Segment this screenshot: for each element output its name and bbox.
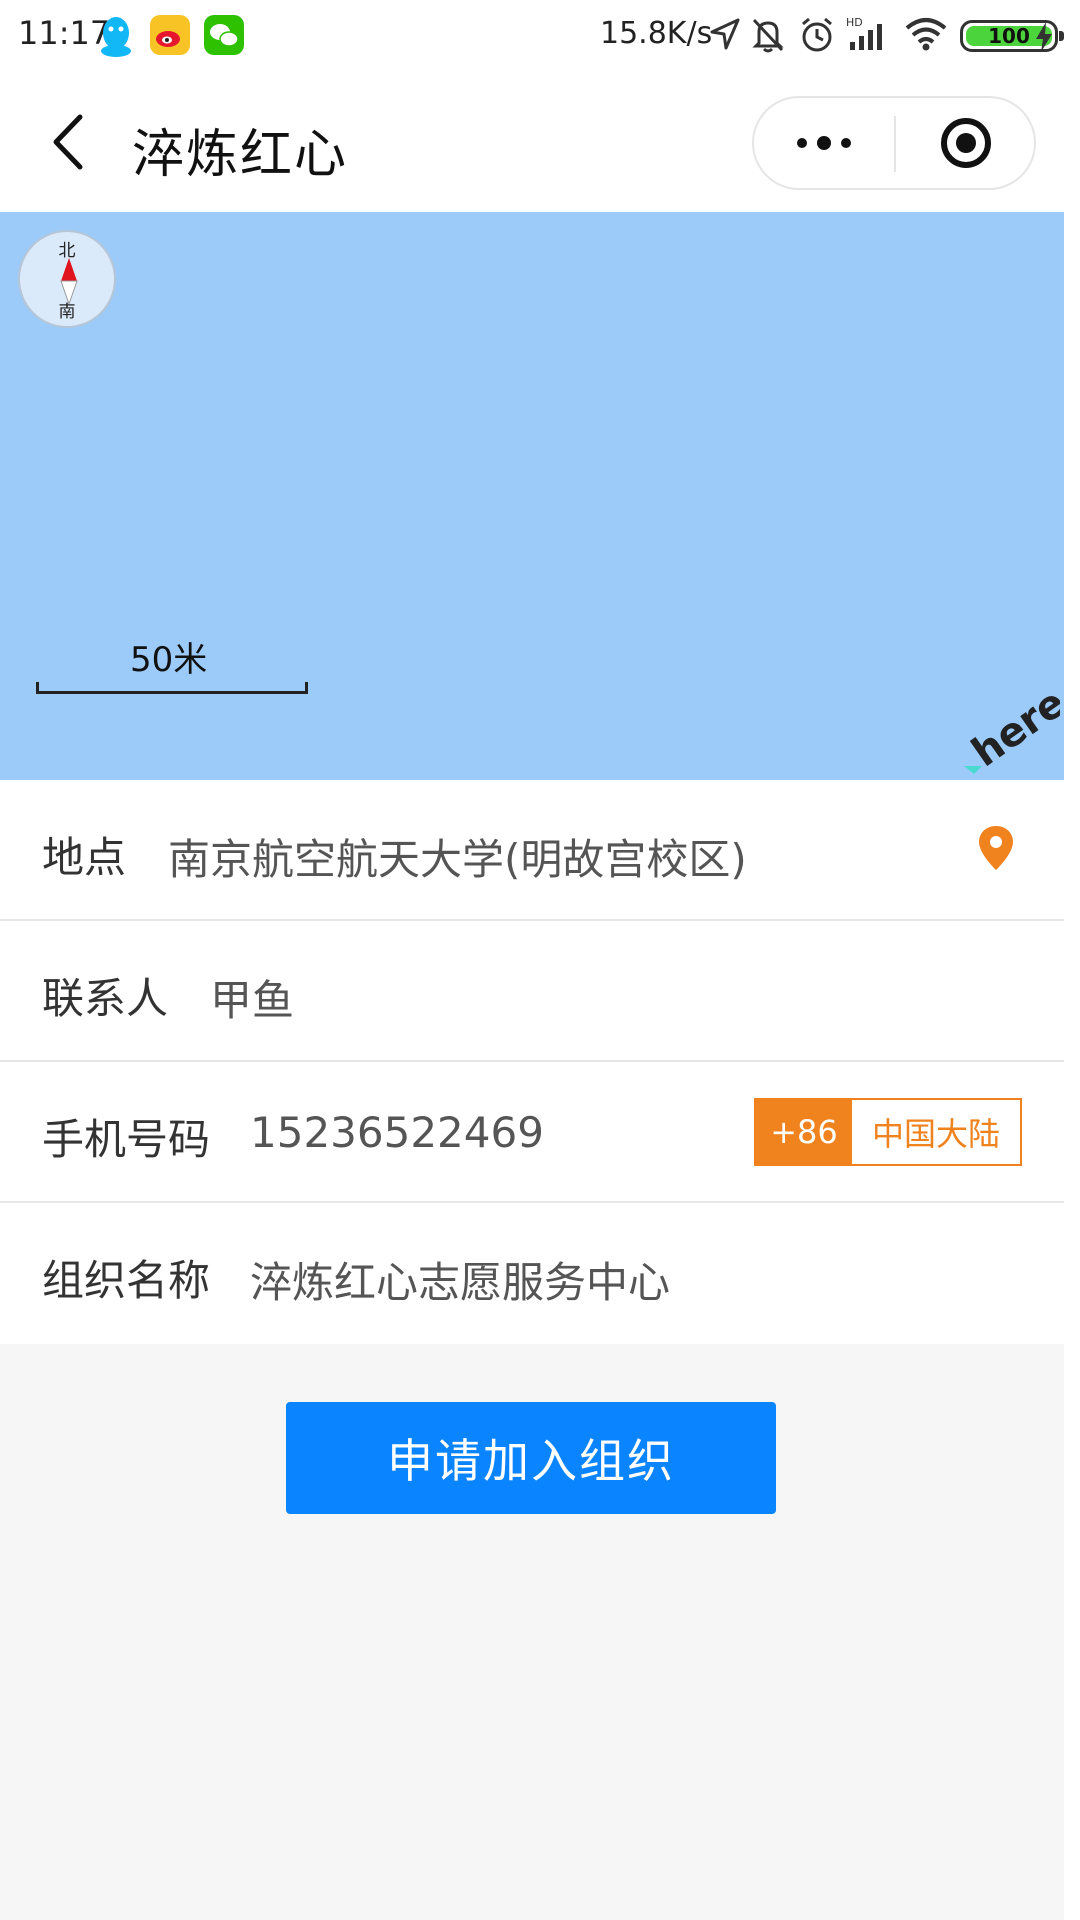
map-scale-bar [36, 682, 308, 694]
wechat-icon [204, 15, 244, 55]
country-code-badge[interactable]: +86 中国大陆 [754, 1098, 1022, 1166]
phone-label: 手机号码 [42, 1115, 211, 1164]
svg-text:here: here [964, 694, 1060, 774]
chevron-left-icon [53, 114, 83, 170]
page-title: 淬炼红心 [132, 125, 349, 185]
signal-icon: HD [846, 16, 890, 58]
more-dots-icon [797, 136, 851, 150]
org-name-label: 组织名称 [42, 1256, 211, 1305]
nav-bar: 淬炼红心 [0, 72, 1080, 212]
contact-value: 甲鱼 [210, 976, 295, 1025]
status-bar: 11:17 15.8K/s HD 100 [0, 0, 1080, 72]
wifi-icon [904, 16, 948, 56]
right-edge-strip [1064, 212, 1080, 1920]
more-button[interactable] [754, 98, 894, 188]
target-close-icon [941, 118, 991, 168]
country-code: +86 [756, 1100, 852, 1164]
here-logo: here [964, 694, 1060, 774]
org-name-value: 淬炼红心志愿服务中心 [250, 1258, 671, 1307]
map-scale-label: 50米 [130, 640, 208, 680]
map-view[interactable]: 北 南 50米 here [0, 212, 1064, 780]
mute-icon [750, 16, 786, 58]
back-button[interactable] [38, 110, 98, 174]
contact-row: 联系人 甲鱼 [0, 921, 1064, 1062]
country-region: 中国大陆 [852, 1100, 1020, 1164]
phone-row: 手机号码 15236522469 +86 中国大陆 [0, 1062, 1064, 1203]
close-button[interactable] [896, 98, 1036, 188]
weibo-icon [150, 15, 190, 55]
location-label: 地点 [42, 833, 127, 882]
org-info-form: 地点 南京航空航天大学(明故宫校区) 联系人 甲鱼 手机号码 152365224… [0, 780, 1064, 1344]
location-row[interactable]: 地点 南京航空航天大学(明故宫校区) [0, 780, 1064, 921]
mini-program-capsule [752, 96, 1036, 190]
compass-south-label: 南 [58, 302, 76, 322]
charging-icon [1032, 20, 1056, 58]
location-pin-icon[interactable] [976, 824, 1016, 872]
qq-icon [96, 15, 136, 57]
location-arrow-icon [708, 16, 742, 56]
alarm-icon [798, 16, 836, 58]
network-speed: 15.8K/s [600, 16, 713, 51]
org-name-row: 组织名称 淬炼红心志愿服务中心 [0, 1203, 1064, 1344]
location-value: 南京航空航天大学(明故宫校区) [168, 835, 747, 884]
contact-label: 联系人 [42, 974, 169, 1023]
apply-join-org-button[interactable]: 申请加入组织 [286, 1402, 776, 1514]
compass[interactable]: 北 南 [18, 230, 116, 328]
svg-text:HD: HD [846, 16, 863, 29]
phone-value: 15236522469 [250, 1108, 544, 1157]
